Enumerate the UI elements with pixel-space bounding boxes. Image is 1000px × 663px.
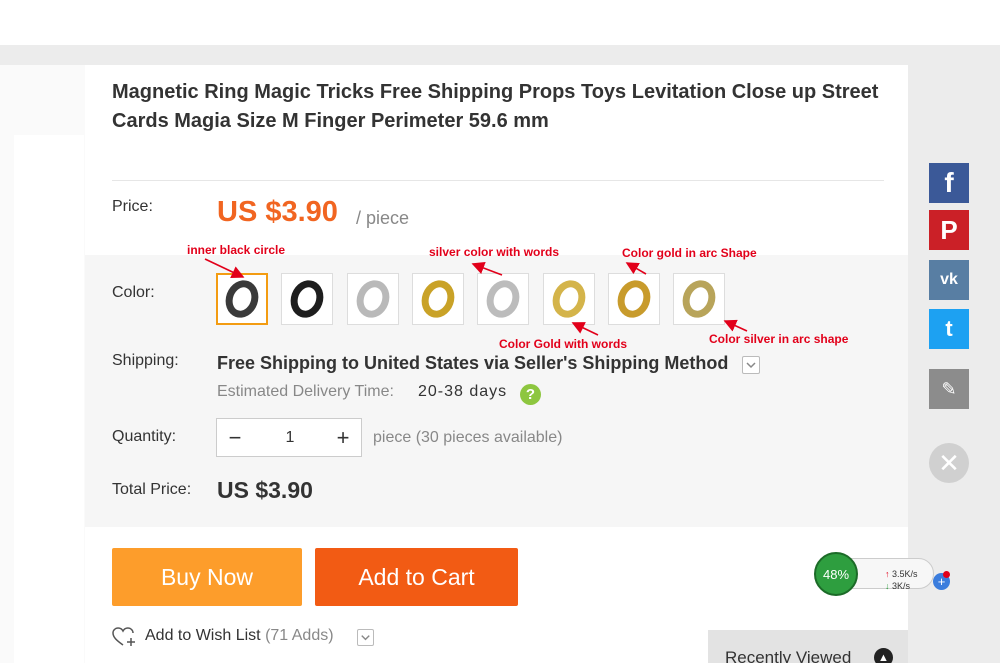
wishlist-dropdown-button[interactable] (357, 629, 374, 646)
shipping-label: Shipping: (112, 352, 179, 369)
price-unit: / piece (356, 208, 410, 228)
ring-image (351, 275, 395, 323)
title-divider (112, 180, 884, 181)
shipping-method[interactable]: Free Shipping to United States via Selle… (217, 353, 728, 374)
download-speed-value: 3K/s (892, 581, 911, 591)
left-gallery-strip (0, 65, 85, 663)
quantity-decrease-button[interactable]: − (217, 419, 253, 456)
color-swatch[interactable] (673, 273, 725, 325)
color-swatch[interactable] (608, 273, 660, 325)
annotation-gold-arc: Color gold in arc Shape (622, 246, 757, 260)
annotation-inner-black-circle: inner black circle (187, 243, 286, 257)
ring-image (547, 275, 591, 323)
arrow-up-icon: ↑ (885, 569, 890, 579)
recently-viewed-bar[interactable]: Recently Viewed ▲ (708, 630, 908, 663)
edit-icon[interactable]: ✎ (929, 369, 969, 409)
shipping-dropdown-button[interactable] (742, 356, 760, 374)
left-gallery-panel (14, 135, 84, 663)
vk-share-button[interactable]: vk (929, 260, 969, 300)
color-swatch[interactable] (543, 273, 595, 325)
chevron-down-icon (746, 362, 756, 369)
help-icon[interactable]: ? (520, 384, 541, 405)
annotation-silver-arc: Color silver in arc shape (709, 332, 849, 346)
wishlist-label: Add to Wish List (145, 627, 261, 644)
arrow-down-icon: ↓ (885, 581, 890, 591)
estimated-delivery-label: Estimated Delivery Time: (217, 383, 394, 400)
add-to-wishlist-link[interactable]: Add to Wish List (71 Adds) (145, 627, 334, 645)
total-price-value: US $3.90 (217, 477, 313, 503)
upload-speed: ↑ 3.5K/s (885, 569, 918, 579)
ring-image (612, 275, 656, 323)
annotation-silver-with-words: silver color with words (429, 245, 560, 259)
network-speed-widget[interactable]: ↑ 3.5K/s ↓ 3K/s + 48% (814, 552, 950, 596)
close-icon[interactable]: ✕ (929, 443, 969, 483)
quantity-increase-button[interactable]: + (325, 419, 361, 456)
pinterest-share-button[interactable]: P (929, 210, 969, 250)
color-swatch[interactable] (216, 273, 268, 325)
color-swatch[interactable] (412, 273, 464, 325)
quantity-stepper: − + (216, 418, 362, 457)
chevron-down-icon (361, 635, 370, 641)
wishlist-count: (71 Adds) (265, 627, 334, 644)
ring-image (220, 275, 264, 323)
download-speed: ↓ 3K/s (885, 581, 910, 591)
color-swatch[interactable] (347, 273, 399, 325)
quantity-available: piece (30 pieces available) (373, 429, 563, 446)
top-band (0, 0, 1000, 45)
ring-image (677, 275, 721, 323)
price-label: Price: (112, 198, 153, 215)
ring-image (285, 275, 329, 323)
heart-plus-icon[interactable] (112, 626, 138, 648)
buy-now-button[interactable]: Buy Now (112, 548, 302, 606)
quantity-label: Quantity: (112, 428, 177, 445)
ring-image (481, 275, 525, 323)
recently-viewed-label: Recently Viewed (725, 648, 852, 663)
estimated-delivery-days: 20-38 days (418, 383, 508, 400)
chevron-up-icon: ▲ (874, 648, 893, 663)
add-to-cart-button[interactable]: Add to Cart (315, 548, 518, 606)
notification-dot (943, 571, 950, 578)
twitter-share-button[interactable]: t (929, 309, 969, 349)
color-label: Color: (112, 284, 155, 301)
color-swatch[interactable] (477, 273, 529, 325)
facebook-share-button[interactable]: f (929, 163, 969, 203)
product-title: Magnetic Ring Magic Tricks Free Shipping… (112, 81, 879, 132)
total-price-label: Total Price: (112, 481, 192, 498)
price-value: US $3.90 (217, 196, 338, 228)
color-swatch[interactable] (281, 273, 333, 325)
upload-speed-value: 3.5K/s (892, 569, 918, 579)
quantity-input[interactable] (253, 426, 327, 450)
ring-image (416, 275, 460, 323)
memory-usage-badge[interactable]: 48% (814, 552, 858, 596)
annotation-gold-with-words: Color Gold with words (499, 337, 627, 351)
